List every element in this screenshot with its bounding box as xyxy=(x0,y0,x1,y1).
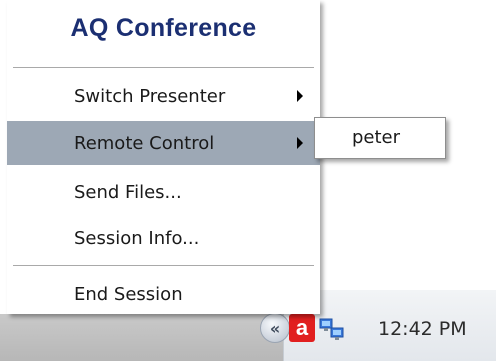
menu-item-label: End Session xyxy=(74,283,183,305)
menu-item-remote-control[interactable]: Remote Control xyxy=(7,121,320,165)
tray-clock[interactable]: 12:42 PM xyxy=(378,318,467,340)
submenu-item-label: peter xyxy=(352,127,401,148)
menu-separator xyxy=(13,265,314,266)
tray-app-icon[interactable]: a xyxy=(289,314,315,342)
submenu-arrow-icon xyxy=(297,90,303,102)
menu-separator xyxy=(13,67,314,68)
menu-item-label: Send Files... xyxy=(74,181,182,203)
submenu-item-peter[interactable]: peter xyxy=(315,118,445,158)
chevron-left-icon: « xyxy=(269,318,281,338)
menu-item-switch-presenter[interactable]: Switch Presenter xyxy=(7,74,320,118)
menu-item-label: Remote Control xyxy=(74,132,215,154)
remote-control-submenu: peter xyxy=(314,117,446,159)
app-a-icon: a xyxy=(295,315,309,340)
submenu-arrow-icon xyxy=(297,137,303,149)
menu-title: AQ Conference xyxy=(70,14,257,42)
menu-item-label: Session Info... xyxy=(74,227,200,249)
menu-item-label: Switch Presenter xyxy=(74,85,226,107)
menu-item-send-files[interactable]: Send Files... xyxy=(7,170,320,214)
menu-item-session-info[interactable]: Session Info... xyxy=(7,216,320,260)
network-icon[interactable] xyxy=(317,313,347,343)
menu-item-end-session[interactable]: End Session xyxy=(7,272,320,316)
context-menu: AQ Conference Switch Presenter Remote Co… xyxy=(7,0,320,314)
show-hidden-icons-button[interactable]: « xyxy=(260,313,290,343)
